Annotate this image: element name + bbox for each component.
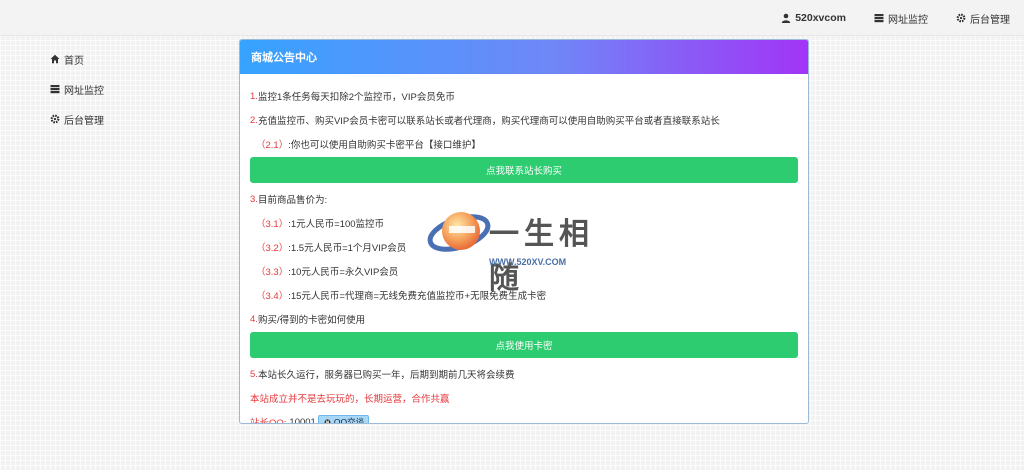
- qq-chat-button[interactable]: QQ交谈: [317, 415, 370, 424]
- sidebar-item-label: 网址监控: [64, 85, 104, 97]
- user-icon: [782, 13, 791, 23]
- notice-line: 3. 目前商品售价为:: [250, 187, 798, 211]
- user-menu[interactable]: 520xvcom: [781, 12, 846, 24]
- line-text: :你也可以使用自助购买卡密平台【接口维护】: [288, 140, 481, 151]
- line-text: 本站长久运行，服务器已购买一年，后期到期前几天将会续费: [257, 370, 515, 381]
- notice-line: （3.2）:1.5元人民币=1个月VIP会员: [250, 235, 798, 259]
- line-number: （3.3）: [256, 267, 289, 278]
- line-number: 1.: [250, 90, 258, 102]
- contact-buy-button[interactable]: 点我联系站长购买: [250, 157, 798, 183]
- notice-panel: 商城公告中心 1. 监控1条任务每天扣除2个监控币，VIP会员免币 2. 充值监控币…: [239, 39, 809, 424]
- gear-icon: [50, 114, 60, 124]
- server-icon: [50, 85, 60, 94]
- line-text: :1元人民币=100监控币: [288, 219, 385, 230]
- sidebar: 首页 网址监控 后台管理: [50, 44, 170, 134]
- nav-monitor-label: 网址监控: [888, 14, 928, 26]
- notice-line: （3.1）:1元人民币=100监控币: [250, 211, 798, 235]
- sidebar-item-label: 后台管理: [64, 115, 104, 127]
- qq-contact-row: 站长QQ: 10001 QQ交谈: [250, 410, 798, 424]
- sidebar-item-label: 首页: [64, 55, 84, 67]
- line-number: 3.: [250, 193, 258, 205]
- line-number: 2.: [250, 114, 258, 126]
- line-number: （3.2）: [256, 243, 289, 254]
- line-text: :15元人民币=代理商=无线免费充值监控币+无限免费生成卡密: [288, 291, 547, 302]
- notice-line: （3.4）:15元人民币=代理商=无线免费充值监控币+无限免费生成卡密: [250, 283, 798, 307]
- line-number: 4.: [250, 313, 258, 325]
- qq-label: 站长QQ:: [250, 418, 287, 424]
- panel-body: 1. 监控1条任务每天扣除2个监控币，VIP会员免币 2. 充值监控币、购买VIP会…: [240, 74, 808, 424]
- qq-penguin-icon: [324, 418, 331, 423]
- line-text: :1.5元人民币=1个月VIP会员: [288, 243, 407, 254]
- line-number: （3.4）: [256, 291, 289, 302]
- nav-monitor[interactable]: 网址监控: [874, 11, 928, 26]
- alert-text: 本站成立并不是去玩玩的，长期运营，合作共赢: [250, 394, 450, 405]
- notice-line: 4. 购买/得到的卡密如何使用: [250, 307, 798, 331]
- line-number: （2.1）: [256, 140, 289, 151]
- sidebar-item-home[interactable]: 首页: [50, 44, 170, 74]
- notice-line: （2.1）:你也可以使用自助购买卡密平台【接口维护】: [250, 132, 798, 156]
- sidebar-item-monitor[interactable]: 网址监控: [50, 74, 170, 104]
- line-number: 5.: [250, 368, 258, 380]
- panel-header: 商城公告中心: [240, 40, 808, 74]
- notice-line: 2. 充值监控币、购买VIP会员卡密可以联系站长或者代理商，购买代理商可以使用自助…: [250, 108, 798, 132]
- notice-line: 5. 本站长久运行，服务器已购买一年，后期到期前几天将会续费: [250, 362, 798, 386]
- top-nav: 520xvcom 网址监控 后台管理: [753, 0, 1010, 36]
- use-card-button[interactable]: 点我使用卡密: [250, 332, 798, 358]
- line-text: 购买/得到的卡密如何使用: [257, 315, 366, 326]
- user-name: 520xvcom: [795, 12, 846, 24]
- qq-number: 10001: [289, 416, 316, 424]
- gear-icon: [956, 13, 966, 23]
- nav-admin-label: 后台管理: [970, 14, 1010, 26]
- nav-admin[interactable]: 后台管理: [956, 11, 1010, 26]
- line-text: 目前商品售价为:: [257, 195, 328, 206]
- qq-badge-label: QQ交谈: [333, 417, 365, 424]
- sidebar-item-admin[interactable]: 后台管理: [50, 104, 170, 134]
- notice-line: （3.3）:10元人民币=永久VIP会员: [250, 259, 798, 283]
- line-text: 充值监控币、购买VIP会员卡密可以联系站长或者代理商，购买代理商可以使用自助购买…: [257, 116, 720, 127]
- server-icon: [874, 14, 884, 23]
- line-number: （3.1）: [256, 219, 289, 230]
- home-icon: [50, 54, 60, 64]
- panel-title: 商城公告中心: [251, 52, 317, 64]
- line-text: 监控1条任务每天扣除2个监控币，VIP会员免币: [257, 92, 455, 103]
- notice-line: 1. 监控1条任务每天扣除2个监控币，VIP会员免币: [250, 84, 798, 108]
- line-text: :10元人民币=永久VIP会员: [288, 267, 399, 278]
- top-navbar: 520xvcom 网址监控 后台管理: [0, 0, 1024, 36]
